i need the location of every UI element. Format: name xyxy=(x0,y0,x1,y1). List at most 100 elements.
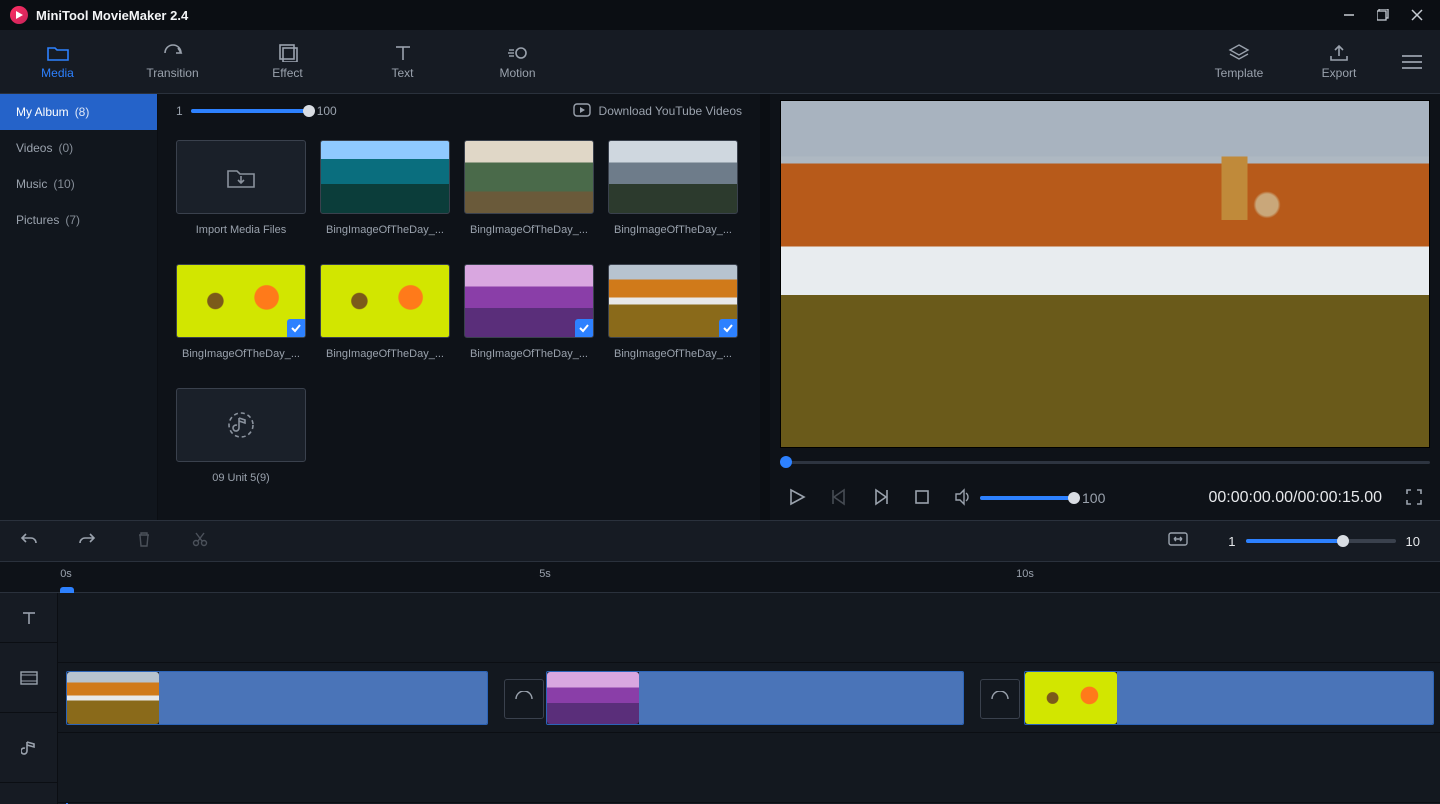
media-item[interactable]: BingImageOfTheDay_... xyxy=(608,140,738,236)
timeline-clip[interactable] xyxy=(546,671,964,725)
video-download-icon xyxy=(573,103,591,120)
panel-divider[interactable] xyxy=(760,94,770,520)
media-item[interactable]: 09 Unit 5(9) xyxy=(176,388,306,484)
redo-button[interactable] xyxy=(78,531,96,552)
media-thumbnail[interactable] xyxy=(464,140,594,214)
timeline-ruler[interactable]: 0s 5s 10s xyxy=(0,561,1440,593)
text-track-head[interactable] xyxy=(0,593,57,643)
tab-media[interactable]: Media xyxy=(0,36,115,88)
tab-text[interactable]: Text xyxy=(345,36,460,88)
media-item[interactable]: BingImageOfTheDay_... xyxy=(464,264,594,360)
preview-canvas xyxy=(780,100,1430,448)
check-icon xyxy=(287,319,305,337)
timeline-tracks[interactable] xyxy=(58,593,1440,804)
volume-slider[interactable] xyxy=(980,496,1074,500)
transition-slot[interactable] xyxy=(980,679,1020,719)
effect-icon xyxy=(277,44,299,62)
preview-panel: 100 00:00:00.00/00:00:15.00 xyxy=(770,94,1440,520)
export-button[interactable]: Export xyxy=(1289,36,1389,88)
media-thumbnail[interactable] xyxy=(320,140,450,214)
media-zoom-slider[interactable] xyxy=(191,109,309,113)
timeline-zoom-min: 1 xyxy=(1228,534,1235,549)
template-button[interactable]: Template xyxy=(1189,36,1289,88)
sidebar-item-myalbum[interactable]: My Album (8) xyxy=(0,94,157,130)
audio-track[interactable] xyxy=(58,733,1440,803)
media-item[interactable]: BingImageOfTheDay_... xyxy=(464,140,594,236)
timeline-zoom-max: 10 xyxy=(1406,534,1420,549)
volume-value: 100 xyxy=(1082,490,1105,506)
undo-button[interactable] xyxy=(20,531,38,552)
media-item-label: BingImageOfTheDay_... xyxy=(608,348,738,360)
app-logo-icon xyxy=(10,6,28,24)
minimize-button[interactable] xyxy=(1332,1,1366,29)
tab-motion[interactable]: Motion xyxy=(460,36,575,88)
maximize-button[interactable] xyxy=(1366,1,1400,29)
prev-frame-button[interactable] xyxy=(830,488,848,509)
media-item-label: BingImageOfTheDay_... xyxy=(464,348,594,360)
media-item-label: 09 Unit 5(9) xyxy=(176,472,306,484)
preview-scrubber[interactable] xyxy=(780,448,1430,476)
transition-slot[interactable] xyxy=(504,679,544,719)
tab-effect[interactable]: Effect xyxy=(230,36,345,88)
titlebar: MiniTool MovieMaker 2.4 xyxy=(0,0,1440,30)
preview-time: 00:00:00.00/00:00:15.00 xyxy=(1209,489,1383,507)
media-thumbnail[interactable] xyxy=(176,388,306,462)
app-title: MiniTool MovieMaker 2.4 xyxy=(36,8,188,23)
split-button[interactable] xyxy=(192,531,208,552)
sidebar-item-music[interactable]: Music (10) xyxy=(0,166,157,202)
video-track-head[interactable] xyxy=(0,643,57,713)
import-icon xyxy=(226,165,256,189)
media-item-label: BingImageOfTheDay_... xyxy=(464,224,594,236)
media-thumbnail[interactable] xyxy=(320,264,450,338)
timeline-clip[interactable] xyxy=(1024,671,1434,725)
volume-icon[interactable] xyxy=(954,488,972,509)
media-thumbnail[interactable] xyxy=(176,264,306,338)
tab-transition[interactable]: Transition xyxy=(115,36,230,88)
template-icon xyxy=(1228,44,1250,62)
check-icon xyxy=(575,319,593,337)
top-toolbar: Media Transition Effect Text Motion Temp… xyxy=(0,30,1440,94)
timeline-zoom-slider[interactable] xyxy=(1246,539,1396,543)
sidebar: My Album (8) Videos (0) Music (10) Pictu… xyxy=(0,94,158,520)
media-zoom-max: 100 xyxy=(317,104,337,118)
media-item[interactable]: BingImageOfTheDay_... xyxy=(320,140,450,236)
media-item[interactable]: Import Media Files xyxy=(176,140,306,236)
media-thumbnail[interactable] xyxy=(176,140,306,214)
sidebar-item-videos[interactable]: Videos (0) xyxy=(0,130,157,166)
download-youtube-link[interactable]: Download YouTube Videos xyxy=(573,103,742,120)
media-item-label: Import Media Files xyxy=(176,224,306,236)
hamburger-button[interactable] xyxy=(1389,54,1434,70)
export-icon xyxy=(1328,44,1350,62)
media-thumbnail[interactable] xyxy=(608,264,738,338)
fit-button[interactable] xyxy=(1168,532,1188,551)
text-icon xyxy=(392,44,414,62)
motion-icon xyxy=(507,44,529,62)
timeline-clip[interactable] xyxy=(66,671,488,725)
close-button[interactable] xyxy=(1400,1,1434,29)
audio-icon xyxy=(226,410,256,440)
media-item[interactable]: BingImageOfTheDay_... xyxy=(320,264,450,360)
media-item-label: BingImageOfTheDay_... xyxy=(608,224,738,236)
fullscreen-button[interactable] xyxy=(1406,489,1422,508)
transition-icon xyxy=(162,44,184,62)
audio-track-head[interactable] xyxy=(0,713,57,783)
stop-button[interactable] xyxy=(914,489,930,508)
media-item-label: BingImageOfTheDay_... xyxy=(320,224,450,236)
delete-button[interactable] xyxy=(136,531,152,552)
media-zoom-min: 1 xyxy=(176,104,183,118)
media-item[interactable]: BingImageOfTheDay_... xyxy=(608,264,738,360)
text-track[interactable] xyxy=(58,593,1440,663)
media-item[interactable]: BingImageOfTheDay_... xyxy=(176,264,306,360)
media-item-label: BingImageOfTheDay_... xyxy=(320,348,450,360)
check-icon xyxy=(719,319,737,337)
video-track[interactable] xyxy=(58,663,1440,733)
next-frame-button[interactable] xyxy=(872,488,890,509)
timeline: 1 10 0s 5s 10s xyxy=(0,520,1440,804)
media-item-label: BingImageOfTheDay_... xyxy=(176,348,306,360)
media-thumbnail[interactable] xyxy=(608,140,738,214)
sidebar-item-pictures[interactable]: Pictures (7) xyxy=(0,202,157,238)
media-panel: 1 100 Download YouTube Videos Import Med… xyxy=(158,94,760,520)
folder-icon xyxy=(47,44,69,62)
play-button[interactable] xyxy=(788,488,806,509)
media-thumbnail[interactable] xyxy=(464,264,594,338)
